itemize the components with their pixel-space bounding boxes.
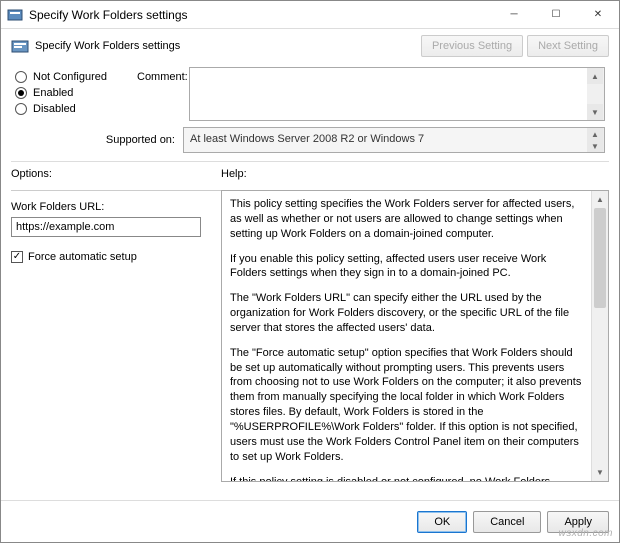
comment-box: ▲ ▼ bbox=[189, 67, 605, 121]
checkbox-label: Force automatic setup bbox=[28, 251, 137, 263]
scroll-down-icon[interactable]: ▼ bbox=[592, 464, 608, 481]
radio-label: Enabled bbox=[33, 87, 73, 99]
help-text: This policy setting specifies the Work F… bbox=[222, 191, 591, 481]
button-bar: OK Cancel Apply bbox=[1, 500, 619, 542]
options-label: Options: bbox=[11, 168, 221, 180]
comment-label: Comment: bbox=[137, 67, 189, 121]
policy-title: Specify Work Folders settings bbox=[35, 40, 417, 52]
radio-icon bbox=[15, 71, 27, 83]
scroll-up-icon[interactable]: ▲ bbox=[592, 191, 608, 208]
checkbox-icon bbox=[11, 251, 23, 263]
cancel-button[interactable]: Cancel bbox=[473, 511, 541, 533]
supported-on-box: At least Windows Server 2008 R2 or Windo… bbox=[183, 127, 605, 153]
radio-icon bbox=[15, 103, 27, 115]
ok-button[interactable]: OK bbox=[417, 511, 467, 533]
apply-button[interactable]: Apply bbox=[547, 511, 609, 533]
radio-label: Disabled bbox=[33, 103, 76, 115]
comment-input[interactable] bbox=[190, 68, 587, 120]
work-folders-url-input[interactable] bbox=[11, 217, 201, 237]
help-paragraph: If this policy setting is disabled or no… bbox=[230, 475, 583, 482]
radio-enabled[interactable]: Enabled bbox=[15, 87, 137, 99]
policy-icon bbox=[11, 37, 29, 55]
url-label: Work Folders URL: bbox=[11, 201, 221, 213]
help-paragraph: If you enable this policy setting, affec… bbox=[230, 252, 583, 282]
supported-on-label: Supported on: bbox=[15, 134, 183, 146]
radio-icon bbox=[15, 87, 27, 99]
previous-setting-button[interactable]: Previous Setting bbox=[421, 35, 523, 57]
minimize-button[interactable]: ─ bbox=[493, 1, 535, 29]
scroll-up-icon[interactable]: ▲ bbox=[587, 68, 603, 84]
next-setting-button[interactable]: Next Setting bbox=[527, 35, 609, 57]
help-paragraph: The "Force automatic setup" option speci… bbox=[230, 346, 583, 465]
force-automatic-setup-checkbox[interactable]: Force automatic setup bbox=[11, 251, 221, 263]
help-paragraph: This policy setting specifies the Work F… bbox=[230, 197, 583, 242]
scroll-up-icon[interactable]: ▲ bbox=[587, 128, 603, 140]
app-icon bbox=[7, 7, 23, 23]
maximize-button[interactable]: ☐ bbox=[535, 1, 577, 29]
supported-on-text: At least Windows Server 2008 R2 or Windo… bbox=[184, 128, 587, 152]
scroll-track[interactable] bbox=[592, 208, 608, 464]
state-radios: Not Configured Enabled Disabled bbox=[15, 67, 137, 121]
radio-label: Not Configured bbox=[33, 71, 107, 83]
scroll-down-icon[interactable]: ▼ bbox=[587, 140, 603, 152]
close-button[interactable]: ✕ bbox=[577, 1, 619, 29]
titlebar: Specify Work Folders settings ─ ☐ ✕ bbox=[1, 1, 619, 29]
help-box: This policy setting specifies the Work F… bbox=[221, 190, 609, 482]
scroll-down-icon[interactable]: ▼ bbox=[587, 104, 603, 120]
radio-not-configured[interactable]: Not Configured bbox=[15, 71, 137, 83]
help-label: Help: bbox=[221, 168, 609, 180]
scroll-thumb[interactable] bbox=[594, 208, 606, 308]
help-paragraph: The "Work Folders URL" can specify eithe… bbox=[230, 291, 583, 336]
radio-disabled[interactable]: Disabled bbox=[15, 103, 137, 115]
toolbar: Specify Work Folders settings Previous S… bbox=[1, 29, 619, 63]
scrollbar[interactable]: ▲ ▼ bbox=[591, 191, 608, 481]
window-title: Specify Work Folders settings bbox=[29, 8, 493, 22]
